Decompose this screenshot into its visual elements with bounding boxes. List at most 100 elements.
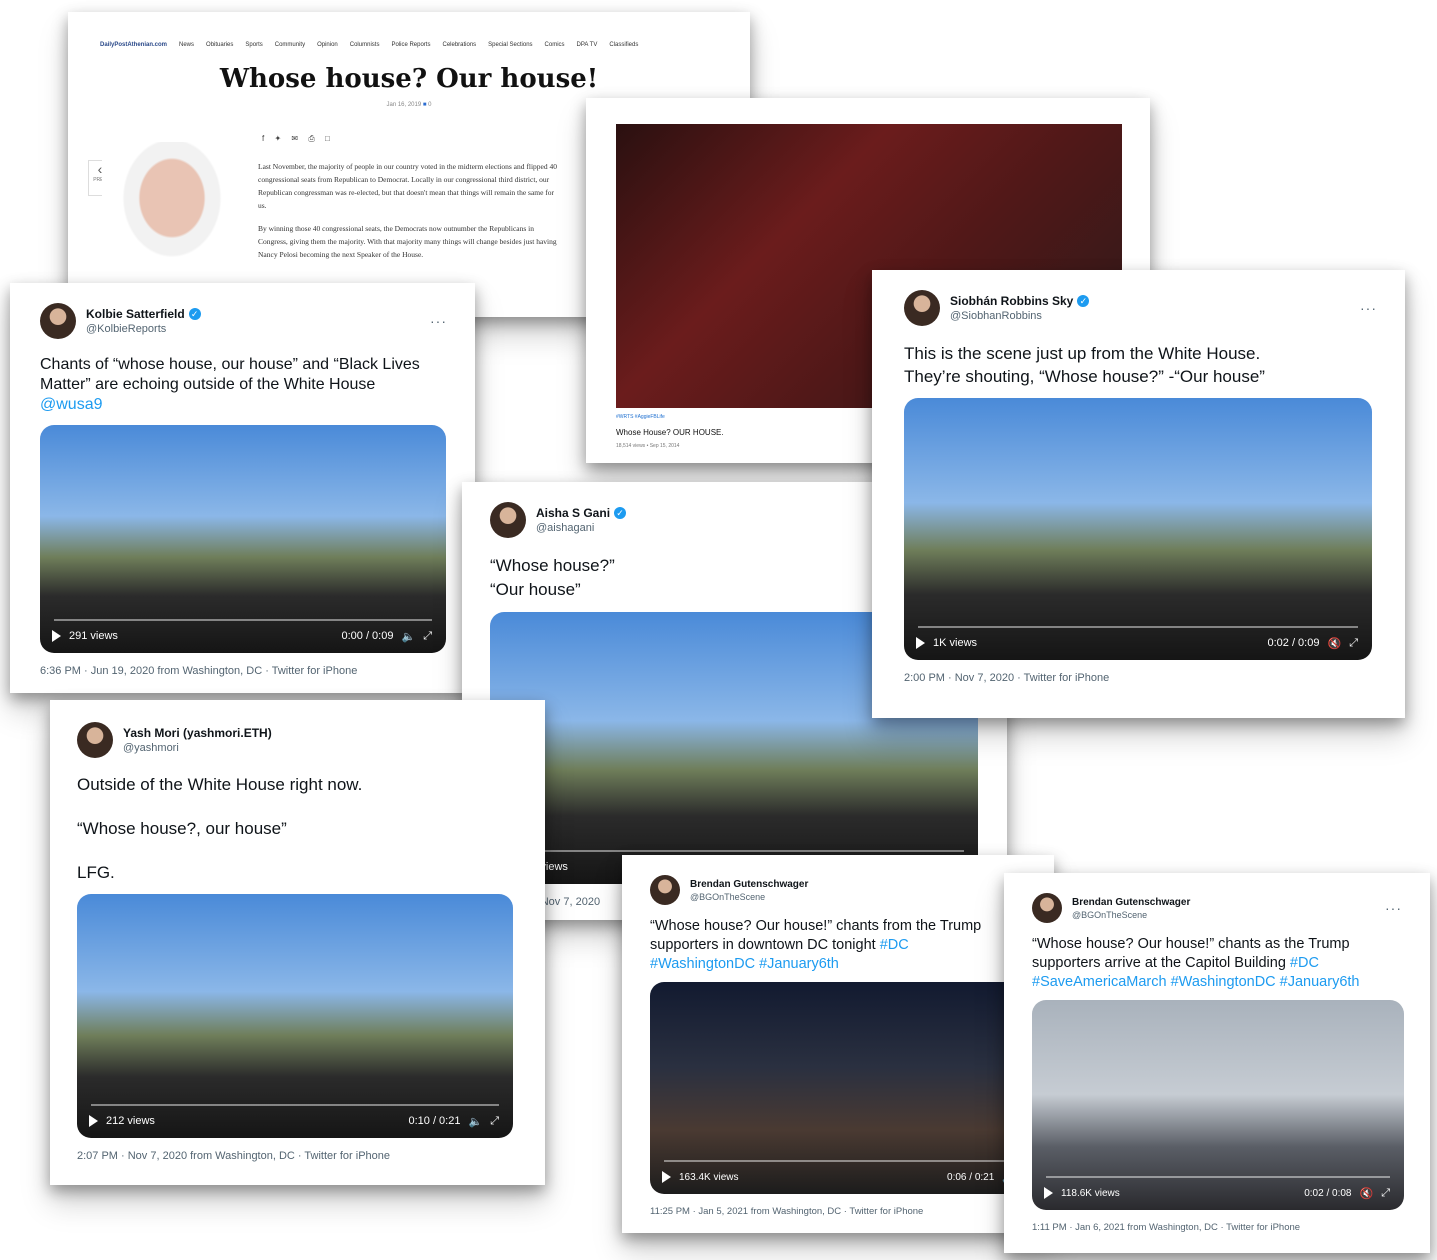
nav-obituaries[interactable]: Obituaries bbox=[206, 42, 233, 48]
mute-icon[interactable]: 🔇 bbox=[1359, 1187, 1373, 1200]
expand-icon[interactable]: ⤢ bbox=[1349, 637, 1358, 650]
video-progress-bar[interactable] bbox=[54, 619, 432, 621]
tweet-meta[interactable]: 1:11 PM · Jan 6, 2021 from Washington, D… bbox=[1032, 1222, 1402, 1233]
video-progress-bar[interactable] bbox=[918, 626, 1358, 628]
verified-badge-icon: ✓ bbox=[1077, 295, 1090, 307]
nav-celebrations[interactable]: Celebrations bbox=[442, 42, 476, 48]
twitter-icon[interactable]: ✦ bbox=[274, 134, 285, 143]
article-body: Last November, the majority of people in… bbox=[258, 160, 558, 271]
user-handle[interactable]: @BGOnTheScene bbox=[1072, 910, 1385, 920]
avatar[interactable] bbox=[650, 875, 680, 905]
tweet-video[interactable]: 291 views 0:00 / 0:09 🔈 ⤢ bbox=[40, 425, 446, 653]
more-icon[interactable]: ··· bbox=[1385, 900, 1402, 916]
tweet-text: “Whose house? Our house!” chants from th… bbox=[650, 917, 1026, 974]
display-name[interactable]: Aisha S Gani bbox=[536, 506, 610, 520]
display-name[interactable]: Yash Mori (yashmori.ETH) bbox=[123, 726, 272, 740]
display-name[interactable]: Brendan Gutenschwager bbox=[690, 879, 808, 890]
tweet-text: Outside of the White House right now. “W… bbox=[77, 774, 517, 884]
expand-icon[interactable]: ⤢ bbox=[423, 630, 432, 643]
play-icon[interactable] bbox=[52, 630, 61, 642]
avatar[interactable] bbox=[904, 290, 940, 326]
tweet-text: Chants of “whose house, our house” and “… bbox=[40, 355, 447, 415]
tweet-text-line: supporters in downtown DC tonight bbox=[650, 937, 876, 953]
video-views: 212 views bbox=[106, 1115, 155, 1127]
tweet-meta[interactable]: 2:07 PM · Nov 7, 2020 from Washington, D… bbox=[77, 1150, 517, 1162]
tweet-video[interactable]: 1K views 0:02 / 0:09 🔇 ⤢ bbox=[904, 398, 1372, 660]
user-handle[interactable]: @KolbieReports bbox=[86, 323, 430, 335]
video-time: 0:00 / 0:09 bbox=[341, 630, 394, 642]
email-icon[interactable]: ✉ bbox=[291, 134, 302, 143]
display-name[interactable]: Siobhán Robbins Sky bbox=[950, 294, 1073, 308]
avatar[interactable] bbox=[40, 303, 76, 339]
video-views: 1K views bbox=[933, 637, 978, 649]
nav-classifieds[interactable]: Classifieds bbox=[609, 42, 638, 48]
expand-icon[interactable]: ⤢ bbox=[490, 1115, 499, 1128]
tweet-video[interactable]: 118.6K views 0:02 / 0:08 🔇 ⤢ bbox=[1032, 1000, 1404, 1210]
tweet-meta[interactable]: 2:00 PM · Nov 7, 2020 · Twitter for iPho… bbox=[904, 672, 1377, 684]
avatar[interactable] bbox=[1032, 893, 1062, 923]
video-views: 118.6K views bbox=[1061, 1187, 1120, 1199]
video-progress-bar[interactable] bbox=[1046, 1176, 1390, 1178]
video-progress-bar[interactable] bbox=[91, 1104, 499, 1106]
tweet-text-line: LFG. bbox=[77, 863, 115, 882]
mute-icon[interactable]: 🔈 bbox=[468, 1115, 482, 1128]
video-time: 0:02 / 0:09 bbox=[1267, 637, 1320, 649]
tweet-text-line: “Whose house? Our house!” chants from th… bbox=[650, 918, 982, 934]
nav-sports[interactable]: Sports bbox=[245, 42, 262, 48]
print-icon[interactable]: ⎙ bbox=[308, 134, 318, 143]
verified-badge-icon: ✓ bbox=[614, 507, 627, 519]
share-bar: f ✦ ✉ ⎙ □ bbox=[262, 134, 334, 144]
nav-dpa-tv[interactable]: DPA TV bbox=[577, 42, 598, 48]
mention-link[interactable]: @wusa9 bbox=[40, 395, 447, 415]
comment-icon[interactable]: ■ bbox=[423, 102, 427, 108]
nav-opinion[interactable]: Opinion bbox=[317, 42, 338, 48]
nav-community[interactable]: Community bbox=[275, 42, 305, 48]
tweet-siobhan: Siobhán Robbins Sky ✓ @SiobhanRobbins ···… bbox=[872, 270, 1405, 718]
video-progress-bar[interactable] bbox=[664, 1160, 1016, 1162]
nav-police-reports[interactable]: Police Reports bbox=[391, 42, 430, 48]
nav-news[interactable]: News bbox=[179, 42, 194, 48]
tweet-meta[interactable]: 11:25 PM · Jan 5, 2021 from Washington, … bbox=[650, 1206, 1026, 1217]
hashtag-link[interactable]: #WashingtonDC #January6th bbox=[650, 955, 1026, 974]
article-nav: DailyPostAthenian.com News Obituaries Sp… bbox=[68, 12, 750, 48]
tweet-meta[interactable]: 6:36 PM · Jun 19, 2020 from Washington, … bbox=[40, 665, 447, 677]
tweet-text-line: “Whose house? Our house!” chants as the … bbox=[1032, 936, 1350, 952]
user-handle[interactable]: @SiobhanRobbins bbox=[950, 310, 1360, 322]
avatar[interactable] bbox=[490, 502, 526, 538]
display-name[interactable]: Kolbie Satterfield bbox=[86, 307, 185, 321]
play-icon[interactable] bbox=[916, 637, 925, 649]
user-handle[interactable]: @BGOnTheScene bbox=[690, 892, 1026, 902]
expand-icon[interactable]: ⤢ bbox=[1381, 1187, 1390, 1200]
play-icon[interactable] bbox=[1044, 1187, 1053, 1199]
nav-comics[interactable]: Comics bbox=[545, 42, 565, 48]
comment-count: 0 bbox=[428, 102, 432, 108]
hashtag-link[interactable]: #SaveAmericaMarch #WashingtonDC #January… bbox=[1032, 973, 1402, 992]
hashtag-link[interactable]: #DC bbox=[880, 937, 909, 953]
display-name[interactable]: Brendan Gutenschwager bbox=[1072, 897, 1190, 908]
play-icon[interactable] bbox=[662, 1171, 671, 1183]
bookmark-icon[interactable]: □ bbox=[325, 134, 334, 143]
mute-icon[interactable]: 🔇 bbox=[1327, 637, 1341, 650]
video-time: 0:02 / 0:08 bbox=[1304, 1187, 1352, 1199]
nav-columnists[interactable]: Columnists bbox=[350, 42, 380, 48]
video-time: 0:10 / 0:21 bbox=[408, 1115, 461, 1127]
hashtag-link[interactable]: #DC bbox=[1290, 955, 1319, 971]
more-icon[interactable]: ··· bbox=[1360, 300, 1377, 316]
user-handle[interactable]: @yashmori bbox=[123, 742, 517, 754]
tweet-kolbie: Kolbie Satterfield ✓ @KolbieReports ··· C… bbox=[10, 283, 475, 693]
tweet-text-line: They’re shouting, “Whose house?” -“Our h… bbox=[904, 367, 1265, 386]
video-progress-bar[interactable] bbox=[504, 850, 964, 852]
play-icon[interactable] bbox=[89, 1115, 98, 1127]
avatar[interactable] bbox=[77, 722, 113, 758]
article-paragraph: By winning those 40 congressional seats,… bbox=[258, 224, 557, 259]
tweet-text: “Whose house? Our house!” chants as the … bbox=[1032, 935, 1402, 992]
article-title: Whose house? Our house! bbox=[219, 64, 599, 94]
tweet-video[interactable]: 163.4K views 0:06 / 0:21 🔈 bbox=[650, 982, 1030, 1194]
facebook-icon[interactable]: f bbox=[262, 134, 268, 143]
more-icon[interactable]: ··· bbox=[430, 313, 447, 329]
nav-special-sections[interactable]: Special Sections bbox=[488, 42, 532, 48]
tweet-brendan-jan5: Brendan Gutenschwager @BGOnTheScene “Who… bbox=[622, 855, 1054, 1233]
tweet-video[interactable]: 212 views 0:10 / 0:21 🔈 ⤢ bbox=[77, 894, 513, 1138]
mute-icon[interactable]: 🔈 bbox=[401, 630, 415, 643]
article-brand[interactable]: DailyPostAthenian.com bbox=[100, 42, 167, 48]
